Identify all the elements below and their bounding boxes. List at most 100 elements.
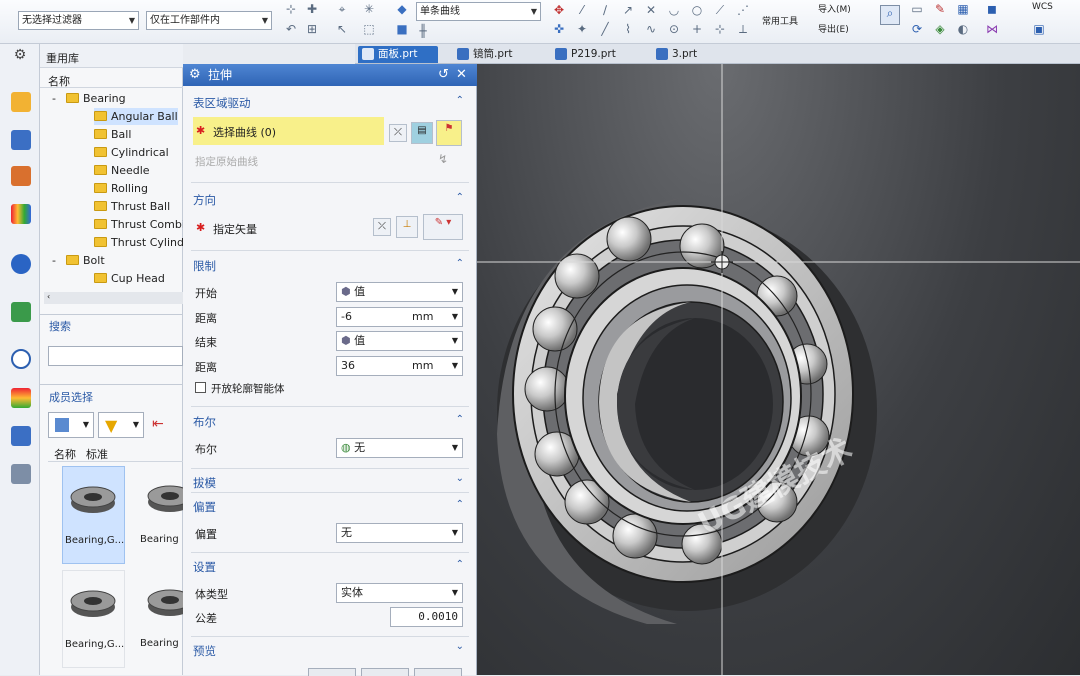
wcs-menu[interactable]: WCS <box>1032 2 1053 12</box>
curve-rule-icon[interactable]: ⤫ <box>389 124 407 142</box>
box-select-icon[interactable]: ⬚ <box>362 22 376 36</box>
face-point-icon[interactable]: ⟂ <box>736 22 750 36</box>
assembly-navigator-icon[interactable] <box>11 92 31 112</box>
web-browser-icon[interactable] <box>11 302 31 322</box>
display-mode-icon[interactable]: ⋈ <box>985 22 999 36</box>
tree-item[interactable]: - Bolt <box>52 252 105 269</box>
start-distance-input[interactable]: -6 mm ▼ <box>336 307 463 327</box>
offset-select[interactable]: 无 ▼ <box>336 523 463 543</box>
open-profile-checkbox[interactable] <box>195 382 206 393</box>
solid-icon[interactable]: ◆ <box>395 2 409 16</box>
view-icon[interactable]: ▭ <box>910 2 924 16</box>
tree-item[interactable]: - Bearing <box>52 90 126 107</box>
info-icon[interactable] <box>11 254 31 274</box>
tree-item[interactable]: Thrust Combi <box>94 216 183 233</box>
spline-icon[interactable]: ∿ <box>644 22 658 36</box>
start-select[interactable]: ⬢ 值 ▼ <box>336 282 463 302</box>
edit-section-icon[interactable]: ◐ <box>956 22 970 36</box>
connect-icon[interactable]: ⌖ <box>335 2 349 16</box>
target-icon[interactable]: ⊙ <box>667 22 681 36</box>
selection-filter-combo[interactable]: 无选择过滤器 ▼ <box>18 11 139 30</box>
tab-p219-prt[interactable]: P219.prt <box>551 46 635 63</box>
vector-dialog-dropdown[interactable]: ✎ ▾ <box>423 214 463 240</box>
tab-lens-prt[interactable]: 镜筒.prt <box>453 46 527 63</box>
reverse-direction-icon[interactable]: ⤫ <box>373 218 391 236</box>
rotate-icon[interactable]: ⟳ <box>910 22 924 36</box>
curve-rule-icon[interactable]: ↶ <box>284 22 298 36</box>
select-curve-row[interactable]: ✱ 选择曲线 (0) <box>193 117 384 145</box>
snap-icon[interactable]: ⊹ <box>284 2 298 16</box>
gear-icon[interactable]: ⚙ <box>189 64 201 86</box>
tree-item[interactable]: Angular Ball <box>94 108 178 125</box>
section-draft[interactable]: 拔模 <box>193 475 216 491</box>
fit-view-icon[interactable]: ⌕ <box>880 5 900 25</box>
member-thumb-1[interactable]: Bearing,G... <box>62 466 125 564</box>
tree-item[interactable]: Ball <box>94 126 131 143</box>
section-region[interactable]: 表区域驱动 <box>193 95 251 111</box>
roles-icon[interactable] <box>11 388 31 408</box>
filter-dropdown[interactable]: ▼ ▼ <box>98 412 144 438</box>
polyline-icon[interactable]: ⌇ <box>621 22 635 36</box>
tree-item[interactable]: Needle <box>94 162 150 179</box>
chevron-down-icon[interactable]: ⌄ <box>456 641 464 652</box>
collapse-icon[interactable]: - <box>52 252 56 269</box>
snap-point-icon[interactable]: ✥ <box>552 3 566 17</box>
reuse-library-icon[interactable] <box>11 204 31 224</box>
section-direction[interactable]: 方向 <box>193 192 216 208</box>
tolerance-input[interactable]: 0.0010 <box>390 607 463 627</box>
add-icon[interactable]: ⊞ <box>305 22 319 36</box>
system-materials-icon[interactable] <box>11 426 31 446</box>
circle-icon[interactable]: ○ <box>690 3 704 17</box>
render-icon[interactable]: ✎ <box>933 2 947 16</box>
graphics-viewport[interactable]: UG建模技术 <box>477 64 1080 675</box>
tree-item[interactable]: Cup Head <box>94 270 165 287</box>
import-menu[interactable]: 导入(M) <box>818 2 851 15</box>
wcs-orient-icon[interactable]: ▣ <box>1032 22 1046 36</box>
body-type-select[interactable]: 实体 ▼ <box>336 583 463 603</box>
chevron-up-icon[interactable]: ⌃ <box>456 258 464 269</box>
tree-item[interactable]: Thrust Ball <box>94 198 170 215</box>
view-type-dropdown[interactable]: ▼ <box>48 412 94 438</box>
curve-rule-combo[interactable]: 单条曲线 ▼ <box>416 2 541 21</box>
point-on-curve-icon[interactable]: ⋰ <box>736 3 750 17</box>
constraint-navigator-icon[interactable] <box>11 130 31 150</box>
member-thumb-2[interactable]: Bearing <box>138 466 193 564</box>
first-page-icon[interactable]: ⇤ <box>152 416 164 432</box>
section-offset[interactable]: 偏置 <box>193 499 216 515</box>
chevron-down-icon[interactable]: ⌄ <box>456 473 464 484</box>
chevron-up-icon[interactable]: ⌃ <box>456 414 464 425</box>
layer-icon[interactable]: ▦ <box>956 2 970 16</box>
search-input[interactable] <box>48 346 183 366</box>
general-select-icon[interactable]: ✚ <box>305 2 319 16</box>
section-boolean[interactable]: 布尔 <box>193 414 216 430</box>
intersection-icon[interactable]: ✕ <box>644 3 658 17</box>
section-limits[interactable]: 限制 <box>193 258 216 274</box>
quadrant-icon[interactable]: ✦ <box>575 22 589 36</box>
tab-3-prt[interactable]: 3.prt <box>652 46 712 63</box>
snap-toggle-icon[interactable]: ✜ <box>552 22 566 36</box>
endpoint-icon[interactable]: ⁄ <box>575 3 589 17</box>
orient-icon[interactable]: ◈ <box>933 22 947 36</box>
arc-center-icon[interactable]: ◡ <box>667 3 681 17</box>
common-tools-menu[interactable]: 常用工具 <box>762 14 798 27</box>
chevron-up-icon[interactable]: ⌃ <box>456 559 464 570</box>
midpoint-icon[interactable]: ∕ <box>598 3 612 17</box>
source-curve-icon[interactable]: ↯ <box>438 152 448 166</box>
section-settings[interactable]: 设置 <box>193 559 216 575</box>
tangent-icon[interactable]: ⟋ <box>713 3 727 17</box>
cube-icon[interactable]: ■ <box>395 22 409 36</box>
cross-icon[interactable]: + <box>690 22 704 36</box>
sketch-section-icon[interactable]: ▤ <box>411 122 433 144</box>
chevron-up-icon[interactable]: ⌃ <box>456 499 464 510</box>
export-menu[interactable]: 导出(E) <box>818 22 849 35</box>
collapse-icon[interactable]: - <box>52 90 56 107</box>
gear-icon[interactable]: ⚙ <box>13 48 27 62</box>
process-studio-icon[interactable] <box>11 464 31 484</box>
history-icon[interactable] <box>11 349 31 369</box>
section-preview[interactable]: 预览 <box>193 643 216 659</box>
point-icon[interactable]: ✳ <box>362 2 376 16</box>
chevron-up-icon[interactable]: ⌃ <box>456 95 464 106</box>
control-point-icon[interactable]: ↗ <box>621 3 635 17</box>
tree-item[interactable]: Cylindrical <box>94 144 169 161</box>
end-distance-input[interactable]: 36 mm ▼ <box>336 356 463 376</box>
